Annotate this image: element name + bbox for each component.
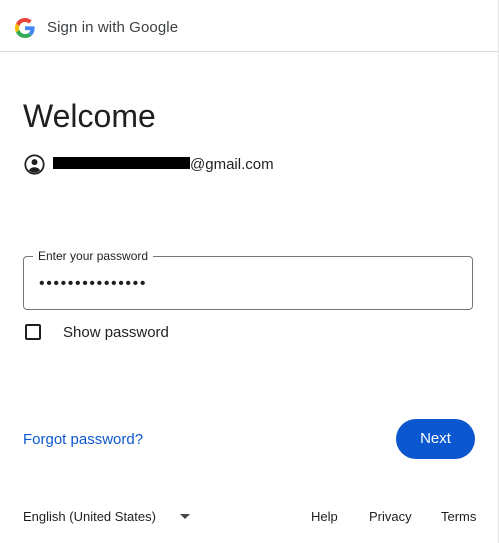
help-link[interactable]: Help [311,509,338,524]
email-redaction [53,157,190,169]
header-bar: Sign in with Google [0,0,498,52]
show-password-checkbox[interactable] [25,324,41,340]
show-password-toggle[interactable]: Show password [25,322,169,342]
password-field-label: Enter your password [33,249,154,263]
language-label[interactable]: English (United States) [23,509,156,524]
account-circle-icon [24,153,45,175]
account-email: @gmail.com [190,156,274,173]
terms-link[interactable]: Terms [441,509,476,524]
forgot-password-link[interactable]: Forgot password? [23,431,143,448]
sign-in-page: Sign in with Google Welcome @gmail.com E… [0,0,499,543]
header-title: Sign in with Google [47,19,179,36]
privacy-link[interactable]: Privacy [369,509,412,524]
show-password-label[interactable]: Show password [63,324,169,341]
google-g-icon [15,18,35,38]
account-chip[interactable]: @gmail.com [24,153,274,175]
next-button[interactable]: Next [396,419,475,459]
page-title: Welcome [23,98,156,134]
password-field[interactable]: Enter your password [23,249,473,310]
dropdown-caret-icon[interactable] [180,514,190,519]
language-selector[interactable]: English (United States) [23,508,193,526]
password-input[interactable] [39,275,449,293]
